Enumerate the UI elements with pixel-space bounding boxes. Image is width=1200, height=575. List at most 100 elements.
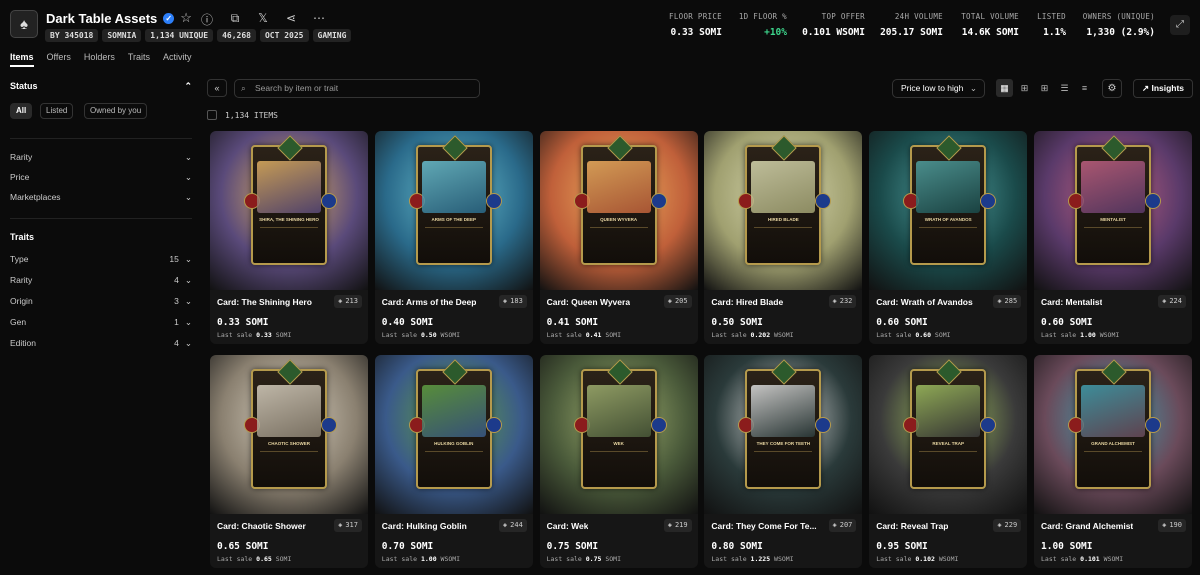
health-gem-icon xyxy=(321,193,337,209)
grid-medium-view-icon[interactable]: ⊞ xyxy=(1016,79,1033,97)
nft-card[interactable]: THEY COME FOR TEETH Card: They Come For T… xyxy=(704,355,863,568)
select-all-checkbox[interactable] xyxy=(207,110,217,120)
collection-header: ♠ Dark Table Assets ✓ ☆ ⓘ ⧉ 𝕏 ⋖ ⋯ BY 345… xyxy=(0,0,1200,48)
health-gem-icon xyxy=(815,417,832,433)
filter-rarity[interactable]: Rarity ⌄ xyxy=(10,152,192,163)
last-sale-unit: WSOMI xyxy=(1103,555,1124,563)
last-sale-value: 0.75 xyxy=(585,555,602,563)
filter-marketplaces[interactable]: Marketplaces ⌄ xyxy=(10,192,192,203)
status-filter-button[interactable]: Listed xyxy=(40,103,74,119)
nft-card[interactable]: WRATH OF AVANDOS Card: Wrath of Avandos ◈ 2… xyxy=(869,131,1028,344)
layers-icon: ◈ xyxy=(338,297,343,305)
chevron-down-icon: ⌄ xyxy=(184,192,192,202)
card-artwork[interactable]: WEK xyxy=(539,355,698,514)
card-text-box xyxy=(260,451,318,473)
card-artwork[interactable]: WRATH OF AVANDOS xyxy=(869,131,1028,290)
trait-type[interactable]: Type 15 ⌄ xyxy=(10,254,192,265)
table-view-icon[interactable]: ☰ xyxy=(1056,79,1073,97)
nft-card[interactable]: QUEEN WYVERA Card: Queen Wyvera ◈ 205 0.41 S… xyxy=(539,131,698,344)
nft-card[interactable]: GRAND ALCHEMIST Card: Grand Alchemist ◈ 190… xyxy=(1034,355,1192,568)
stat-value: +10% xyxy=(764,27,787,38)
nft-card[interactable]: CHAOTIC SHOWER Card: Chaotic Shower ◈ 317 0.… xyxy=(210,355,368,568)
chevron-down-icon: ⌄ xyxy=(969,83,977,93)
card-name: Card: Wek xyxy=(546,521,589,531)
tab-items[interactable]: Items xyxy=(10,52,34,67)
mana-gem-icon xyxy=(936,135,962,161)
last-sale-unit: WSOMI xyxy=(440,331,461,339)
grid-large-view-icon[interactable]: ▦ xyxy=(996,79,1013,97)
card-artwork[interactable]: QUEEN WYVERA xyxy=(539,131,698,290)
card-price: 0.70 SOMI xyxy=(381,541,434,552)
stat-0: FLOOR PRICE 0.33 SOMI xyxy=(669,12,722,38)
card-artwork[interactable]: CHAOTIC SHOWER xyxy=(210,355,368,514)
nft-card[interactable]: REVEAL TRAP Card: Reveal Trap ◈ 229 0.95 SOM… xyxy=(869,355,1028,568)
nft-card[interactable]: HIRED BLADE Card: Hired Blade ◈ 232 0.50 SOM… xyxy=(704,131,863,344)
layers-icon: ◈ xyxy=(338,521,343,529)
views-count: 207 xyxy=(839,521,853,529)
sort-dropdown[interactable]: Price low to high ⌄ xyxy=(892,79,985,98)
card-artwork[interactable]: THEY COME FOR TEETH xyxy=(704,355,863,514)
filter-price[interactable]: Price ⌄ xyxy=(10,172,192,183)
trend-icon: ↗ xyxy=(1141,83,1150,93)
status-filter-button[interactable]: All xyxy=(10,103,33,119)
nft-card[interactable]: SHIRA, THE SHINING HERO Card: The Shining… xyxy=(210,131,368,344)
card-frame: MENTALIST xyxy=(1068,135,1161,265)
expand-icon[interactable]: ⤢ xyxy=(1170,15,1190,35)
card-artwork[interactable]: MENTALIST xyxy=(1034,131,1192,290)
tab-traits[interactable]: Traits xyxy=(128,52,150,67)
card-artwork[interactable]: ARMS OF THE DEEP xyxy=(374,131,533,290)
mana-gem-icon xyxy=(606,359,633,385)
trait-origin[interactable]: Origin 3 ⌄ xyxy=(10,296,192,307)
stat-4: TOTAL VOLUME 14.6K SOMI xyxy=(961,12,1019,38)
status-section-header[interactable]: Status ⌃ xyxy=(10,81,192,92)
last-sale-unit: WSOMI xyxy=(774,331,794,339)
layers-icon: ◈ xyxy=(667,297,672,305)
stat-label: FLOOR PRICE xyxy=(669,12,722,21)
tab-activity[interactable]: Activity xyxy=(163,52,192,67)
nft-card[interactable]: HULKING GOBLIN Card: Hulking Goblin ◈ 244 0.… xyxy=(374,355,533,568)
last-sale: Last sale 0.102 WSOMI xyxy=(876,555,958,563)
card-artwork[interactable]: SHIRA, THE SHINING HERO xyxy=(210,131,368,290)
card-artwork[interactable]: HIRED BLADE xyxy=(704,131,863,290)
health-gem-icon xyxy=(650,193,667,209)
collapse-sidebar-button[interactable]: « xyxy=(207,79,227,97)
search-input[interactable]: ⌕ Search by item or trait xyxy=(234,79,480,98)
layers-icon: ◈ xyxy=(832,521,837,529)
card-frame: GRAND ALCHEMIST xyxy=(1068,359,1161,489)
tab-holders[interactable]: Holders xyxy=(84,52,115,67)
mana-gem-icon xyxy=(936,359,962,385)
mana-gem-icon xyxy=(277,135,303,161)
card-artwork[interactable]: HULKING GOBLIN xyxy=(374,355,533,514)
tab-offers[interactable]: Offers xyxy=(47,52,71,67)
trait-gen[interactable]: Gen 1 ⌄ xyxy=(10,317,192,328)
chevron-down-icon: ⌄ xyxy=(184,254,192,264)
last-sale-label: Last sale xyxy=(1041,331,1077,339)
card-illustration xyxy=(421,385,486,437)
search-icon: ⌕ xyxy=(241,83,246,93)
card-art-name: HULKING GOBLIN xyxy=(434,441,474,446)
grid-small-view-icon[interactable]: ⊞ xyxy=(1036,79,1053,97)
settings-gear-icon[interactable]: ⚙ xyxy=(1102,79,1122,98)
last-sale: Last sale 0.65 SOMI xyxy=(217,555,291,563)
card-art-name: ARMS OF THE DEEP xyxy=(431,217,477,222)
views-count: 190 xyxy=(1169,521,1182,529)
nft-card[interactable]: MENTALIST Card: Mentalist ◈ 224 0.60 SOMI Las… xyxy=(1034,131,1192,344)
last-sale-unit: WSOMI xyxy=(938,555,959,563)
nft-card[interactable]: WEK Card: Wek ◈ 219 0.75 SOMI Last sale 0.75 … xyxy=(539,355,698,568)
health-gem-icon xyxy=(485,193,502,209)
nft-card[interactable]: ARMS OF THE DEEP Card: Arms of the Deep ◈ 1… xyxy=(374,131,533,344)
chevron-down-icon: ⌄ xyxy=(184,296,192,306)
card-illustration xyxy=(257,385,321,437)
card-artwork[interactable]: GRAND ALCHEMIST xyxy=(1034,355,1192,514)
last-sale-value: 0.60 xyxy=(915,331,931,339)
trait-edition[interactable]: Edition 4 ⌄ xyxy=(10,338,192,349)
card-frame: ARMS OF THE DEEP xyxy=(408,135,502,265)
list-view-icon[interactable]: ≡ xyxy=(1076,79,1093,97)
last-sale-value: 0.101 xyxy=(1080,555,1100,563)
last-sale: Last sale 0.33 SOMI xyxy=(217,331,291,339)
status-filter-button[interactable]: Owned by you xyxy=(84,103,148,119)
trait-rarity[interactable]: Rarity 4 ⌄ xyxy=(10,275,192,286)
card-art-name: WRATH OF AVANDOS xyxy=(924,217,972,222)
insights-button[interactable]: ↗ Insights xyxy=(1133,79,1193,98)
card-artwork[interactable]: REVEAL TRAP xyxy=(869,355,1028,514)
